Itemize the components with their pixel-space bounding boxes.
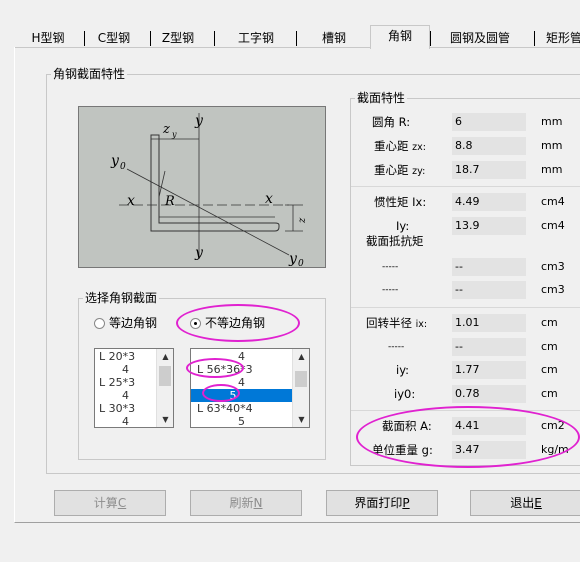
prop-value: 4.49 <box>452 193 526 211</box>
tab-separator <box>296 31 297 46</box>
prop-unit: cm <box>541 340 558 353</box>
tab-c-steel[interactable]: C型钢 <box>94 28 134 48</box>
prop-value: 6 <box>452 113 526 131</box>
divider <box>351 307 580 308</box>
modulus-subtitle: 截面抵抗矩 <box>366 233 424 249</box>
prop-value: 3.47 <box>452 441 526 459</box>
prop-value: 18.7 <box>452 161 526 179</box>
tab-separator <box>214 31 215 46</box>
prop-row-radius-blank: ----- -- cm <box>0 338 580 356</box>
prop-label: ----- <box>382 262 399 272</box>
prop-row-iy0-radius: iy0: 0.78 cm <box>0 385 580 403</box>
prop-row-area: 截面积 A: 4.41 cm2 <box>0 417 580 435</box>
tab-bar: H型钢 C型钢 Z型钢 工字钢 槽钢 角钢 圆钢及圆管 矩形管 <box>14 25 580 49</box>
angle-diagram-svg: z y y y 0 x x R y z y 0 <box>110 113 308 269</box>
prop-row-modulus-1: ----- -- cm3 <box>0 258 580 276</box>
tab-separator <box>150 31 151 46</box>
prop-label: 截面积 A: <box>382 419 432 433</box>
divider <box>351 186 580 187</box>
prop-value: 1.77 <box>452 361 526 379</box>
prop-label: ----- <box>382 285 399 295</box>
prop-unit: cm4 <box>541 219 565 232</box>
tab-i-beam[interactable]: 工字钢 <box>232 28 280 48</box>
prop-unit: cm3 <box>541 283 565 296</box>
calculate-button[interactable]: 计算C <box>54 490 166 516</box>
prop-value: -- <box>452 338 526 356</box>
prop-label: 重心距 zx: <box>374 139 426 153</box>
angle-section-title: 角钢截面特性 <box>51 67 128 81</box>
divider <box>351 410 580 411</box>
prop-unit: cm4 <box>541 195 565 208</box>
prop-label: 惯性矩 Ix: <box>374 195 427 209</box>
prop-unit: cm3 <box>541 260 565 273</box>
prop-row-ix-inertia: 惯性矩 Ix: 4.49 cm4 <box>0 193 580 211</box>
prop-unit: cm2 <box>541 419 565 432</box>
prop-row-iy-radius: iy: 1.77 cm <box>0 361 580 379</box>
prop-value: -- <box>452 281 526 299</box>
tab-channel[interactable]: 槽钢 <box>314 28 354 48</box>
prop-row-zx: 重心距 zx: 8.8 mm <box>0 137 580 155</box>
prop-label: 圆角 R: <box>372 115 411 129</box>
prop-row-weight: 单位重量 g: 3.47 kg/m <box>0 441 580 459</box>
exit-button[interactable]: 退出E <box>470 490 580 516</box>
prop-row-zy: 重心距 zy: 18.7 mm <box>0 161 580 179</box>
prop-value: 8.8 <box>452 137 526 155</box>
prop-value: 4.41 <box>452 417 526 435</box>
tab-round-steel[interactable]: 圆钢及圆管 <box>442 28 518 48</box>
prop-unit: kg/m <box>541 443 569 456</box>
prop-unit: mm <box>541 115 563 128</box>
tab-separator <box>84 31 85 46</box>
prop-value: 1.01 <box>452 314 526 332</box>
prop-row-ix-radius: 回转半径 ix: 1.01 cm <box>0 314 580 332</box>
prop-label: 重心距 zy: <box>374 163 426 177</box>
tab-h-beam[interactable]: H型钢 <box>28 28 68 48</box>
prop-row-modulus-2: ----- -- cm3 <box>0 281 580 299</box>
prop-value: -- <box>452 258 526 276</box>
prop-unit: mm <box>541 139 563 152</box>
prop-unit: cm <box>541 387 558 400</box>
prop-unit: cm <box>541 363 558 376</box>
prop-label: 回转半径 ix: <box>366 316 428 330</box>
prop-row-radius: 圆角 R: 6 mm <box>0 113 580 131</box>
print-screen-button[interactable]: 界面打印P <box>326 490 438 516</box>
refresh-button[interactable]: 刷新N <box>190 490 302 516</box>
tab-separator <box>430 31 431 46</box>
prop-row-iy-inertia: Iy: 13.9 cm4 <box>0 217 580 235</box>
tab-rect-tube[interactable]: 矩形管 <box>546 28 580 48</box>
prop-label: iy0: <box>394 387 416 401</box>
prop-value: 0.78 <box>452 385 526 403</box>
prop-label: ----- <box>388 342 405 352</box>
prop-unit: mm <box>541 163 563 176</box>
prop-label: iy: <box>396 363 410 377</box>
prop-value: 13.9 <box>452 217 526 235</box>
prop-label: 单位重量 g: <box>372 443 433 457</box>
prop-unit: cm <box>541 316 558 329</box>
tab-z-steel[interactable]: Z型钢 <box>158 28 198 48</box>
section-props-title: 截面特性 <box>355 91 408 105</box>
tab-separator <box>534 31 535 46</box>
tab-angle-steel[interactable]: 角钢 <box>370 25 430 49</box>
